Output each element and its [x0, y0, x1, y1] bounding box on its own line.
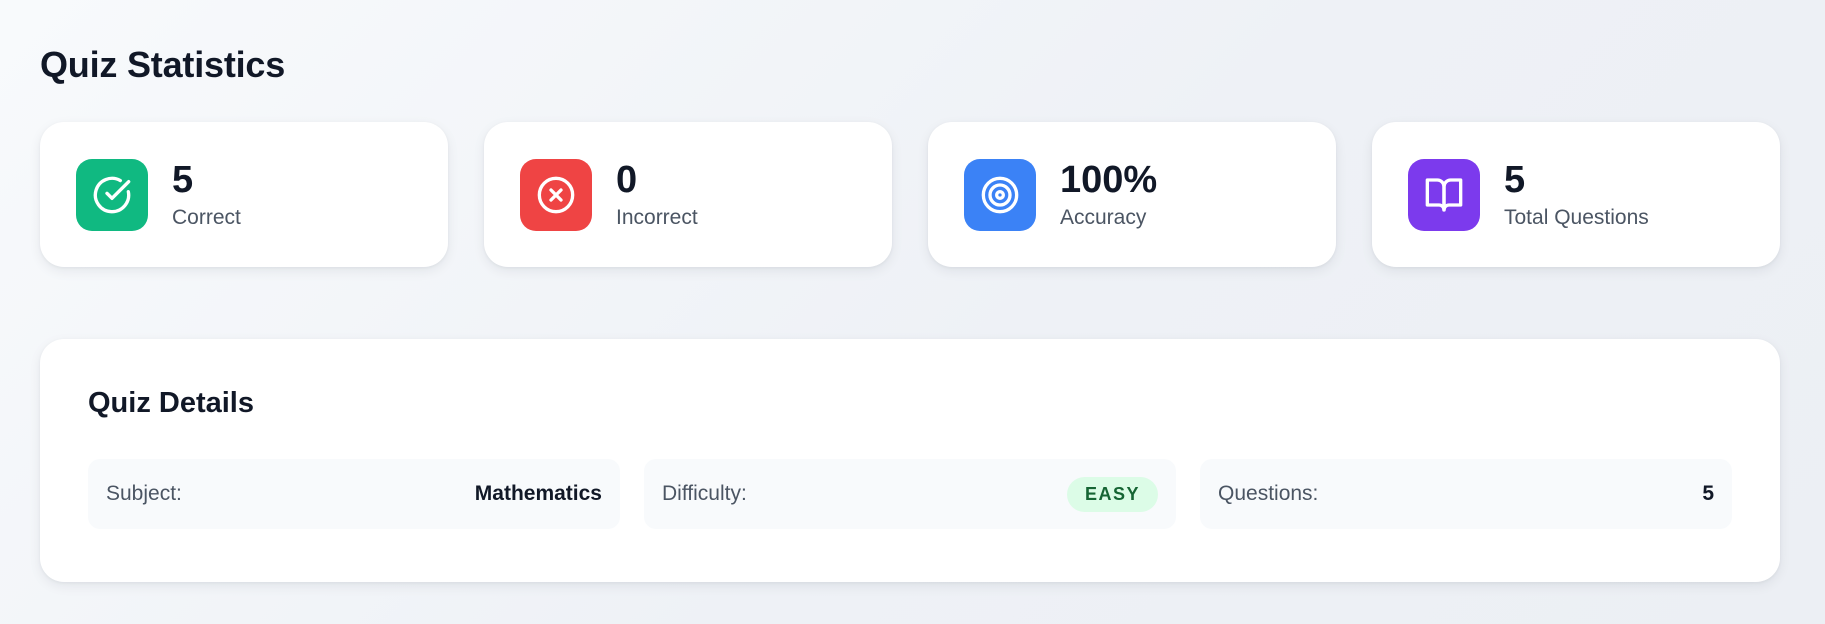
correct-count: 5	[172, 158, 194, 201]
stat-card-total-questions: 5 Total Questions	[1372, 122, 1780, 267]
detail-difficulty: Difficulty: EASY	[644, 459, 1176, 529]
difficulty-label: Difficulty:	[662, 482, 747, 505]
stat-card-accuracy: 100% Accuracy	[928, 122, 1336, 267]
check-circle-icon	[93, 176, 131, 213]
correct-label: Correct	[172, 205, 241, 229]
stat-card-incorrect: 0 Incorrect	[484, 122, 892, 267]
questions-label: Questions:	[1218, 482, 1319, 505]
correct-icon-tile	[76, 158, 148, 231]
subject-value: Mathematics	[474, 482, 602, 505]
quiz-details-title: Quiz Details	[88, 387, 254, 419]
accuracy-value: 100%	[1060, 158, 1158, 201]
incorrect-icon-tile	[520, 158, 592, 231]
x-circle-icon	[537, 176, 575, 213]
questions-value: 5	[1702, 482, 1714, 505]
incorrect-count: 0	[616, 158, 638, 201]
accuracy-icon-tile	[964, 158, 1036, 231]
total-questions-icon-tile	[1408, 158, 1480, 231]
incorrect-label: Incorrect	[616, 205, 698, 229]
quiz-details-card: Quiz Details Subject: Mathematics Diffic…	[40, 339, 1780, 582]
quiz-details-row: Subject: Mathematics Difficulty: EASY Qu…	[88, 459, 1732, 529]
target-icon	[981, 176, 1019, 213]
stats-row: 5 Correct 0 Incorrect 100% Accuracy 5 To…	[40, 122, 1780, 267]
page-title: Quiz Statistics	[40, 44, 286, 85]
book-open-icon	[1425, 177, 1463, 212]
stat-card-correct: 5 Correct	[40, 122, 448, 267]
total-questions-label: Total Questions	[1504, 205, 1649, 229]
difficulty-badge: EASY	[1066, 476, 1158, 512]
detail-subject: Subject: Mathematics	[88, 459, 620, 529]
total-questions-count: 5	[1504, 158, 1526, 201]
accuracy-label: Accuracy	[1060, 205, 1147, 229]
detail-questions: Questions: 5	[1200, 459, 1732, 529]
subject-label: Subject:	[106, 482, 182, 505]
